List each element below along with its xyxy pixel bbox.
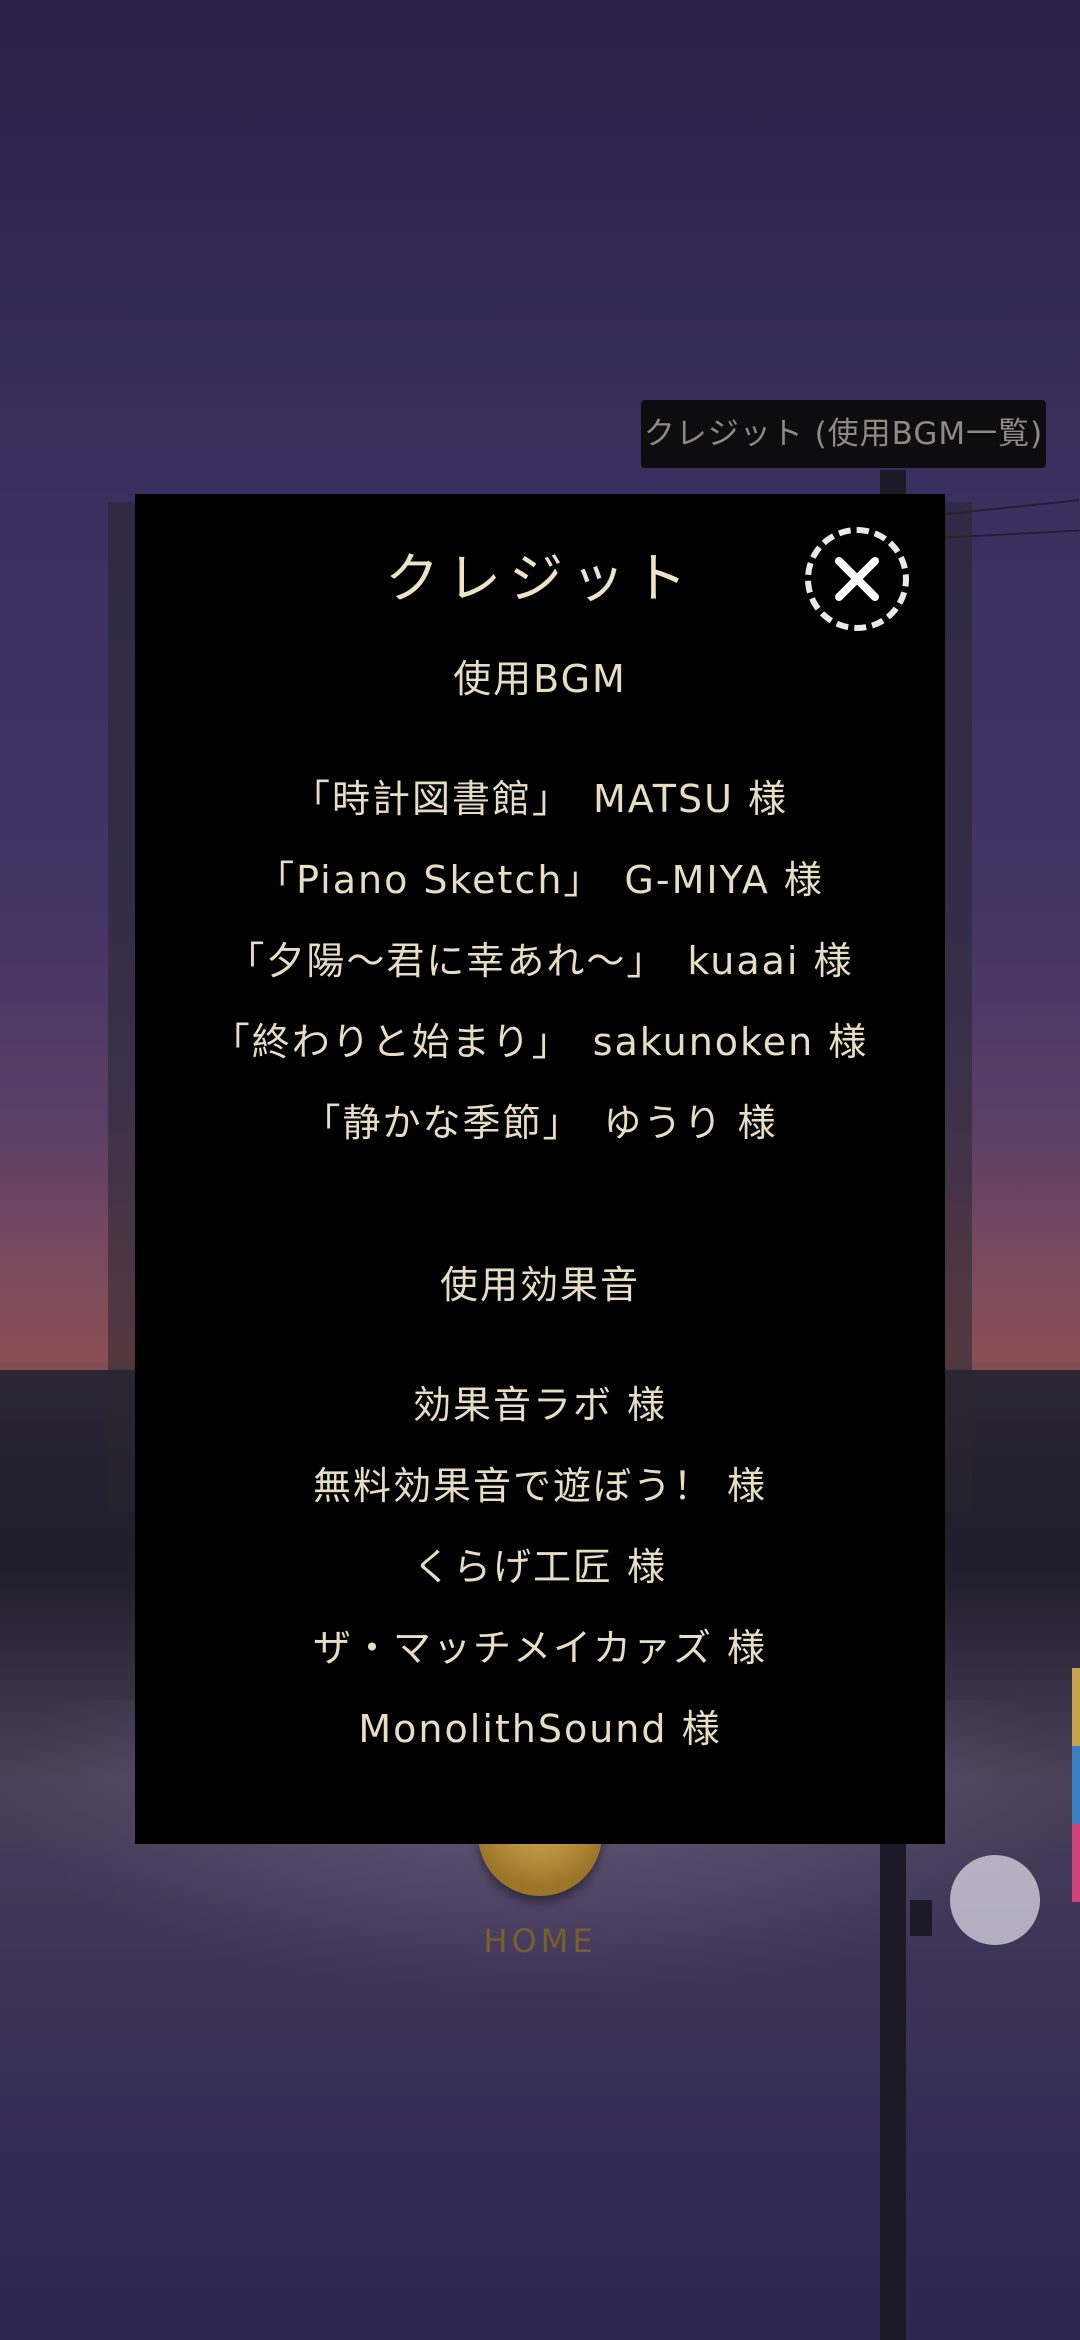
side-tab-pink[interactable]	[1072, 1824, 1080, 1902]
bgm-credit-item: 「時計図書館」 MATSU 様	[291, 777, 789, 821]
assistive-touch-ball[interactable]	[950, 1855, 1040, 1945]
close-button[interactable]	[805, 527, 909, 631]
se-credit-item: 効果音ラボ 様	[412, 1383, 668, 1427]
se-credit-item: くらげ工匠 様	[412, 1545, 668, 1589]
bgm-credit-item: 「Piano Sketch」 G-MIYA 様	[256, 858, 824, 902]
credit-list-label[interactable]: クレジット (使用BGM一覧)	[641, 400, 1046, 468]
utility-pole-arm	[910, 1900, 932, 1936]
side-tab-gold[interactable]	[1072, 1668, 1080, 1746]
se-credit-item: ザ・マッチメイカァズ 様	[312, 1626, 768, 1670]
home-label[interactable]: HOME	[440, 1922, 640, 1960]
credits-dialog: クレジット 使用BGM 「時計図書館」 MATSU 様 「Piano Sketc…	[135, 494, 945, 1844]
app-screen: クレジット (使用BGM一覧) HOME クレジット 使用BGM 「時計図書館」…	[0, 0, 1080, 2340]
bgm-heading: 使用BGM	[453, 657, 627, 701]
close-x-icon	[835, 557, 879, 601]
bgm-credit-item: 「静かな季節」 ゆうり 様	[302, 1101, 778, 1145]
bgm-credit-item: 「夕陽～君に幸あれ～」 kuaai 様	[226, 939, 854, 983]
bgm-credit-item: 「終わりと始まり」 sakunoken 様	[211, 1020, 869, 1064]
se-heading: 使用効果音	[439, 1263, 640, 1307]
se-credit-item: 無料効果音で遊ぼう！ 様	[312, 1464, 768, 1508]
se-credit-item: MonolithSound 様	[358, 1707, 722, 1751]
side-tab-blue[interactable]	[1072, 1746, 1080, 1824]
